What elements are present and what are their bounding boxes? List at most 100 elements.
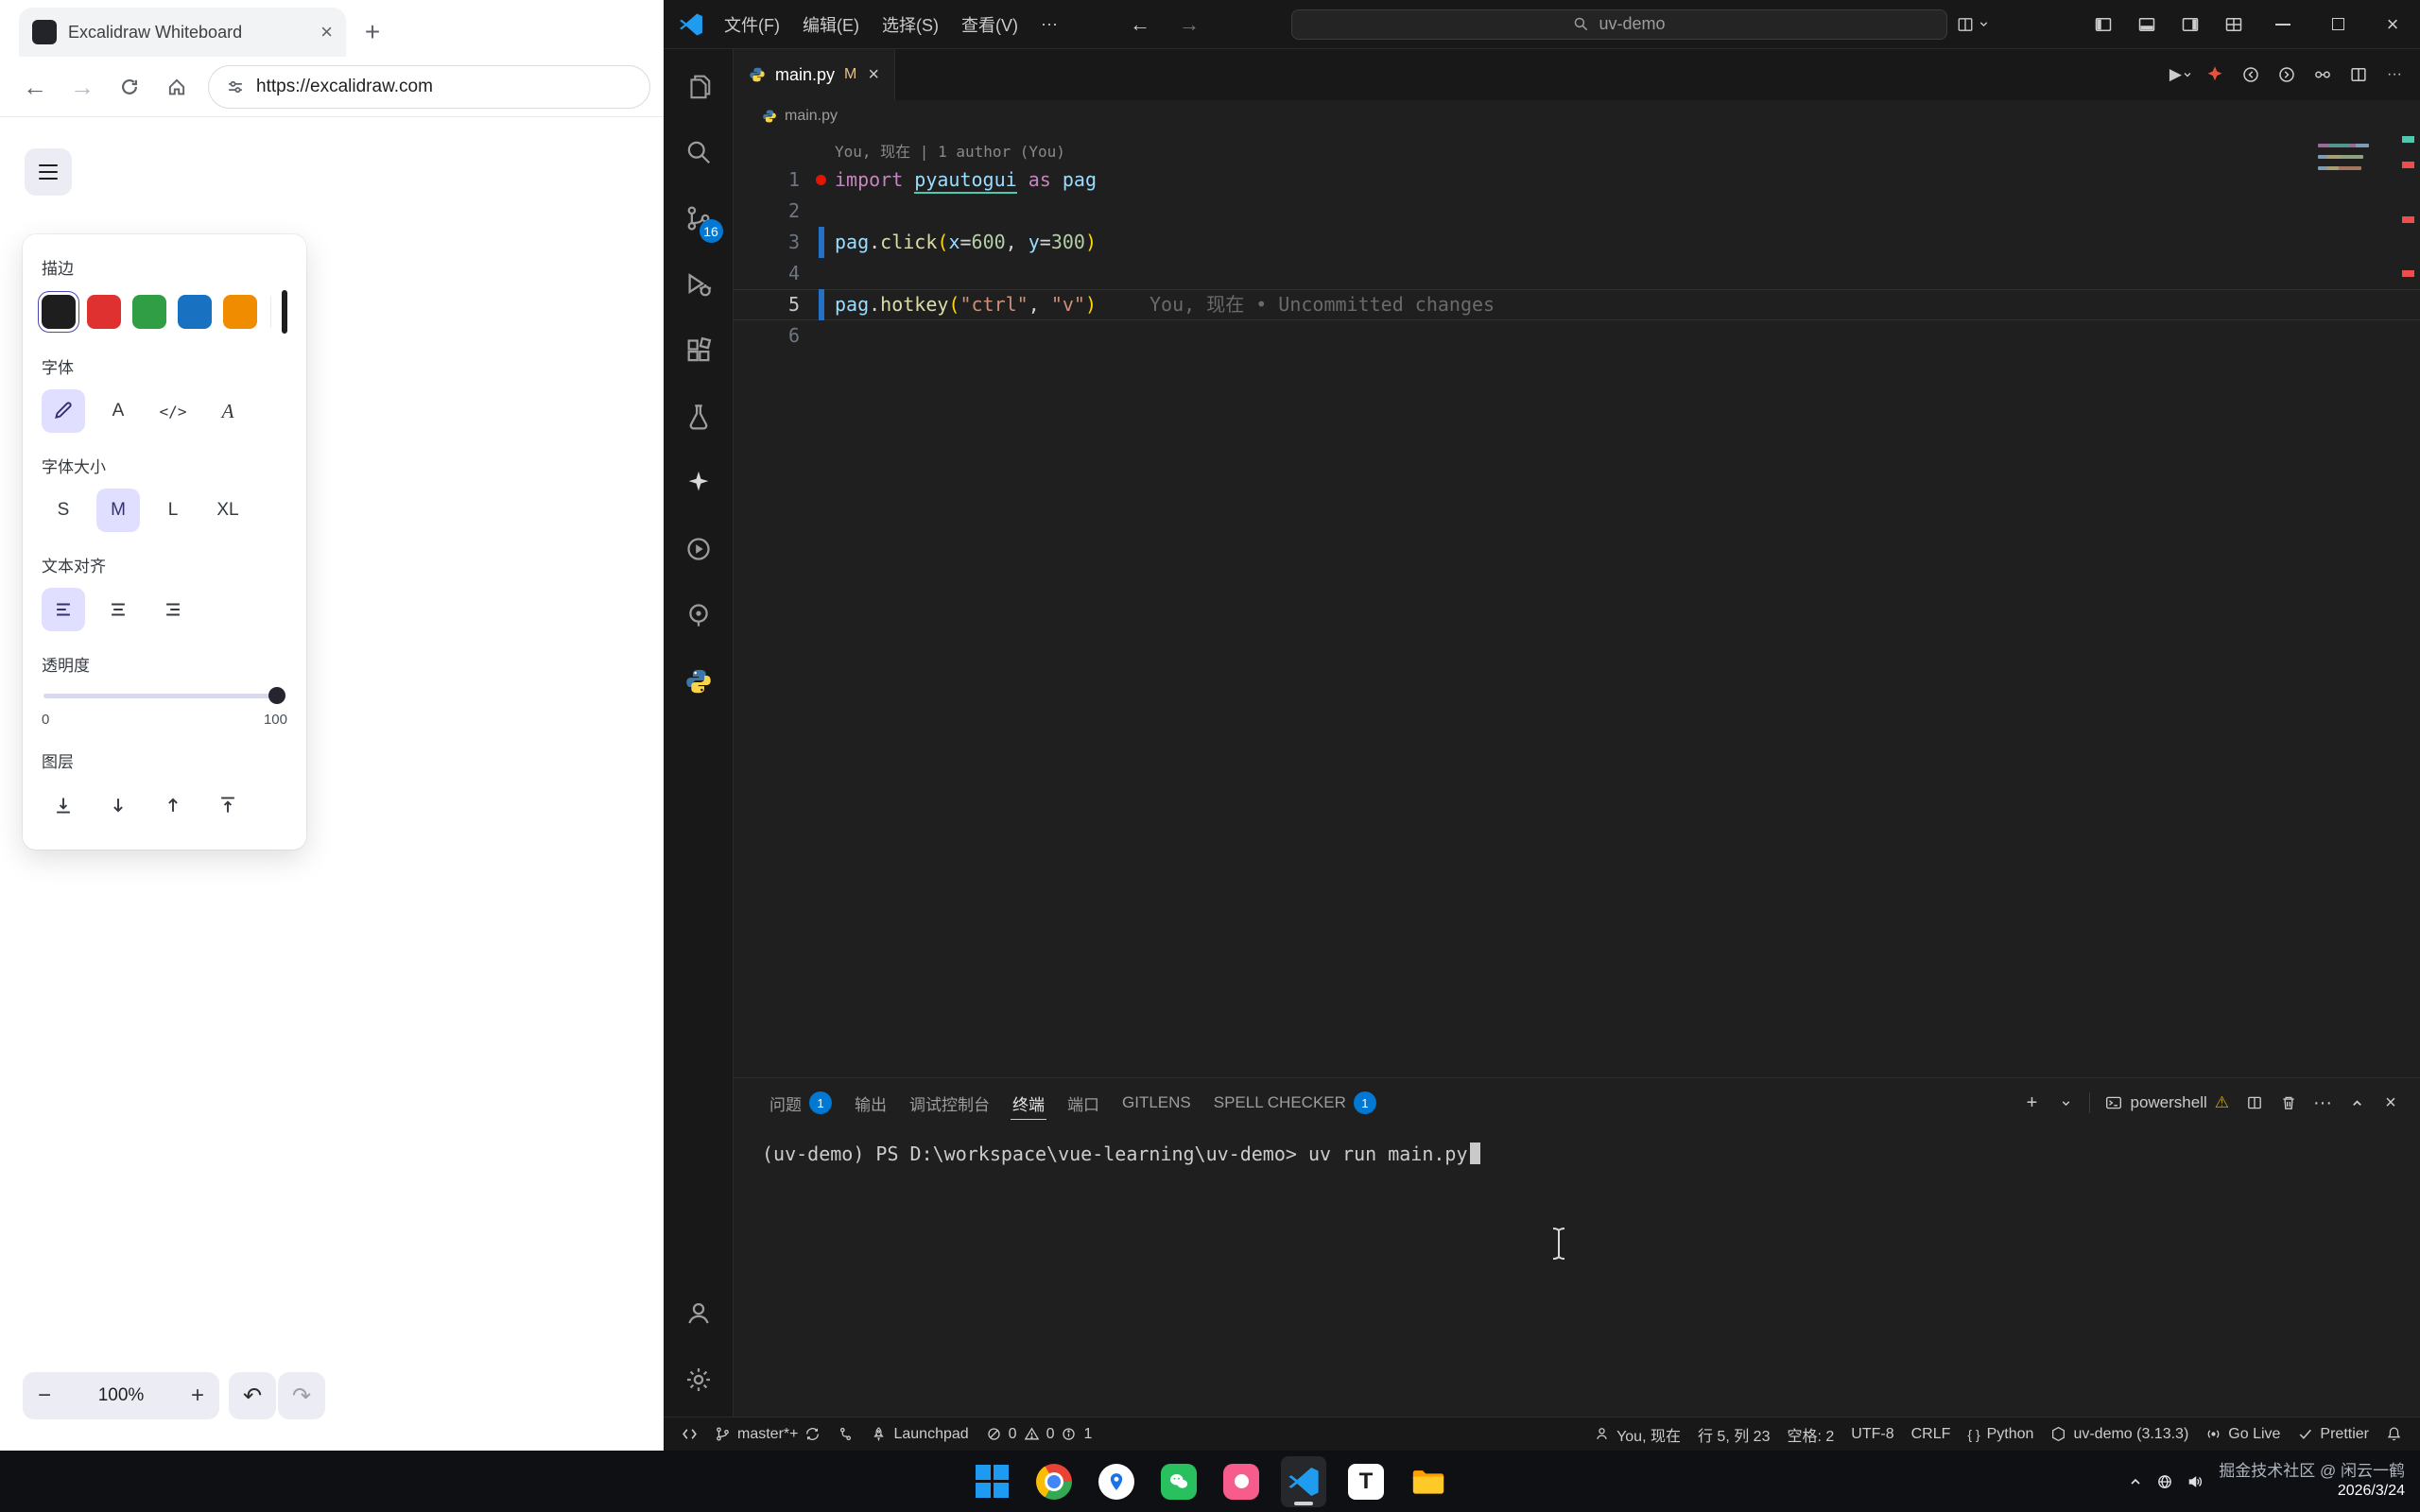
send-to-back-button[interactable] bbox=[42, 783, 85, 827]
font-size-xl-button[interactable]: XL bbox=[206, 489, 250, 532]
kill-terminal-icon[interactable] bbox=[2273, 1087, 2305, 1119]
new-tab-button[interactable]: + bbox=[354, 13, 391, 51]
align-center-button[interactable] bbox=[96, 588, 140, 631]
stroke-swatch-4[interactable] bbox=[223, 295, 257, 329]
prettier-item[interactable]: Prettier bbox=[2289, 1418, 2377, 1451]
indentation-item[interactable]: 空格: 2 bbox=[1778, 1418, 1842, 1451]
close-panel-icon[interactable]: × bbox=[2375, 1087, 2407, 1119]
menu-view[interactable]: 查看(V) bbox=[950, 12, 1029, 37]
blame-status-item[interactable]: You, 现在 bbox=[1585, 1418, 1689, 1451]
font-code-button[interactable]: </> bbox=[151, 389, 195, 433]
tab-close-icon[interactable]: × bbox=[320, 22, 333, 43]
panel-more-icon[interactable]: ··· bbox=[2307, 1087, 2339, 1119]
current-color-swatch[interactable] bbox=[282, 290, 287, 334]
search-view-icon[interactable] bbox=[664, 119, 734, 185]
extension-red-icon[interactable] bbox=[2199, 59, 2231, 91]
chrome-taskbar-icon[interactable] bbox=[1031, 1456, 1077, 1507]
start-button[interactable] bbox=[969, 1456, 1014, 1507]
python-env-item[interactable]: uv-demo (3.13.3) bbox=[2042, 1418, 2197, 1451]
undo-button[interactable]: ↶ bbox=[229, 1372, 276, 1419]
panel-tab-3[interactable]: 终端 bbox=[1001, 1078, 1056, 1127]
maximize-panel-icon[interactable] bbox=[2341, 1087, 2373, 1119]
back-button[interactable]: ← bbox=[13, 65, 57, 109]
font-other-button[interactable]: A bbox=[206, 389, 250, 433]
maximize-button[interactable] bbox=[2310, 0, 2365, 49]
panel-tab-5[interactable]: GITLENS bbox=[1111, 1078, 1202, 1127]
encoding-item[interactable]: UTF-8 bbox=[1842, 1418, 1902, 1451]
tray-chevron-up-icon[interactable] bbox=[2128, 1474, 2143, 1489]
more-actions-icon[interactable]: ··· bbox=[2378, 59, 2411, 91]
code-line-2[interactable]: 2 bbox=[734, 196, 2420, 227]
redo-button[interactable]: ↷ bbox=[278, 1372, 325, 1419]
code-line-4[interactable]: 4 bbox=[734, 258, 2420, 289]
code-line-1[interactable]: 1 import pyautogui as pag bbox=[734, 164, 2420, 196]
wechat-taskbar-icon[interactable] bbox=[1156, 1456, 1201, 1507]
menu-button[interactable] bbox=[25, 148, 72, 196]
stroke-swatch-2[interactable] bbox=[132, 295, 166, 329]
clock-date[interactable]: 2026/3/24 bbox=[2338, 1482, 2405, 1502]
run-dropdown-icon[interactable] bbox=[2182, 69, 2193, 80]
bring-forward-button[interactable] bbox=[151, 783, 195, 827]
customize-layout-icon[interactable] bbox=[2212, 0, 2256, 49]
nav-forward-button[interactable]: → bbox=[1179, 12, 1200, 37]
code-line-6[interactable]: 6 bbox=[734, 320, 2420, 352]
toggle-panel-icon[interactable] bbox=[2125, 0, 2169, 49]
breadcrumb-file[interactable]: main.py bbox=[785, 108, 838, 125]
close-button[interactable]: × bbox=[2365, 0, 2420, 49]
python-extension-icon[interactable] bbox=[664, 648, 734, 714]
reload-button[interactable] bbox=[108, 65, 151, 109]
menu-file[interactable]: 文件(F) bbox=[713, 12, 791, 37]
opacity-slider-knob[interactable] bbox=[268, 687, 285, 704]
maps-taskbar-icon[interactable] bbox=[1094, 1456, 1139, 1507]
zoom-value[interactable]: 100% bbox=[98, 1385, 145, 1406]
prev-change-icon[interactable] bbox=[2235, 59, 2267, 91]
source-control-icon[interactable]: 16 bbox=[664, 185, 734, 251]
toggle-sidebar-icon[interactable] bbox=[2082, 0, 2125, 49]
run-python-file-button[interactable]: ▶ bbox=[2169, 65, 2193, 84]
terminal-content[interactable]: (uv-demo) PS D:\workspace\vue-learning\u… bbox=[734, 1127, 2420, 1165]
menu-edit[interactable]: 编辑(E) bbox=[791, 12, 871, 37]
volume-icon[interactable] bbox=[2187, 1473, 2204, 1490]
extensions-icon[interactable] bbox=[664, 318, 734, 384]
testing-icon[interactable] bbox=[664, 384, 734, 450]
terminal-instance-item[interactable]: powershell ⚠ bbox=[2098, 1093, 2237, 1112]
run-debug-icon[interactable] bbox=[664, 251, 734, 318]
explorer-icon[interactable] bbox=[664, 53, 734, 119]
extension-circle-icon[interactable] bbox=[664, 582, 734, 648]
vscode-logo-icon[interactable] bbox=[679, 12, 703, 37]
pink-app-icon[interactable] bbox=[1219, 1456, 1264, 1507]
panel-tab-0[interactable]: 问题 1 bbox=[758, 1078, 843, 1127]
new-terminal-button[interactable]: + bbox=[2015, 1087, 2048, 1119]
command-center-search[interactable]: uv-demo bbox=[1290, 9, 1947, 40]
next-change-icon[interactable] bbox=[2271, 59, 2303, 91]
cursor-position-item[interactable]: 行 5, 列 23 bbox=[1689, 1418, 1778, 1451]
align-left-button[interactable] bbox=[42, 588, 85, 631]
file-explorer-taskbar-icon[interactable] bbox=[1406, 1456, 1451, 1507]
go-live-item[interactable]: Go Live bbox=[2197, 1418, 2289, 1451]
panel-tab-6[interactable]: SPELL CHECKER 1 bbox=[1202, 1078, 1388, 1127]
language-mode-item[interactable]: { } Python bbox=[1959, 1418, 2042, 1451]
code-line-3[interactable]: 3 pag.click(x=600, y=300) bbox=[734, 227, 2420, 258]
remote-indicator[interactable] bbox=[673, 1418, 706, 1451]
font-size-m-button[interactable]: M bbox=[96, 489, 140, 532]
stroke-swatch-0[interactable] bbox=[38, 291, 79, 333]
open-changes-icon[interactable] bbox=[2307, 59, 2339, 91]
font-size-s-button[interactable]: S bbox=[42, 489, 85, 532]
toggle-secondary-sidebar-icon[interactable] bbox=[2169, 0, 2212, 49]
problems-item[interactable]: 0 0 1 bbox=[977, 1418, 1101, 1451]
font-normal-button[interactable]: A bbox=[96, 389, 140, 433]
notifications-item[interactable] bbox=[2377, 1418, 2411, 1451]
minimap[interactable] bbox=[2318, 144, 2386, 178]
editor-layout-picker[interactable] bbox=[1957, 16, 1990, 33]
nav-back-button[interactable]: ← bbox=[1130, 12, 1150, 37]
opacity-slider[interactable] bbox=[43, 687, 285, 704]
align-right-button[interactable] bbox=[151, 588, 195, 631]
split-editor-icon[interactable] bbox=[2342, 59, 2375, 91]
breadcrumb[interactable]: main.py bbox=[734, 100, 2420, 132]
code-line-5[interactable]: 5 pag.hotkey("ctrl", "v") You, 现在 • Uncomm… bbox=[734, 289, 2420, 320]
stroke-swatch-1[interactable] bbox=[87, 295, 121, 329]
forward-button[interactable]: → bbox=[60, 65, 104, 109]
network-icon[interactable] bbox=[2156, 1473, 2173, 1490]
menu-selection[interactable]: 选择(S) bbox=[871, 12, 950, 37]
tab-close-icon[interactable]: × bbox=[868, 64, 879, 86]
